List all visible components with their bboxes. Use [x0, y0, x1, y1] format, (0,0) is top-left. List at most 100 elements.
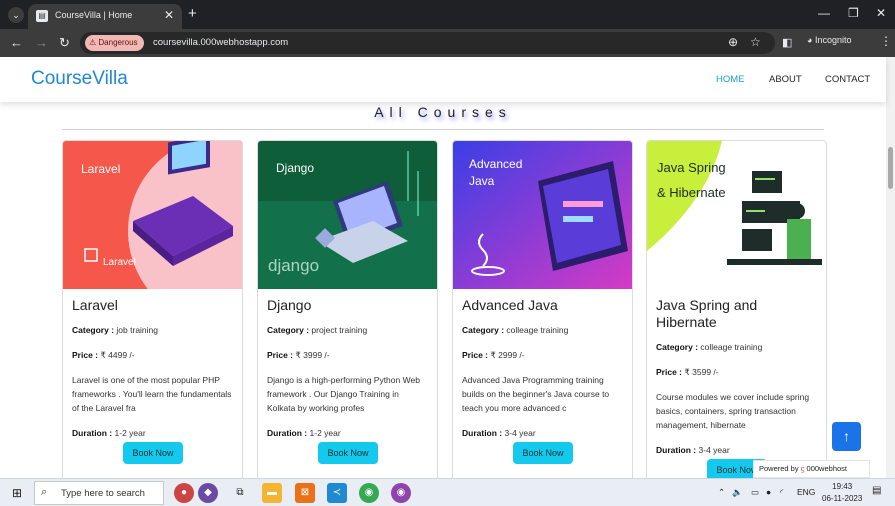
back-arrow-icon[interactable]: ← [10, 35, 23, 50]
price-value: ₹ 3599 /- [684, 367, 719, 377]
course-description: Course modules we cover include spring b… [656, 392, 810, 430]
task-view-icon[interactable]: ⧉ [230, 483, 250, 503]
course-duration: Duration : 3-4 year [656, 444, 818, 456]
powered-by-text: Powered by [759, 464, 799, 473]
course-card-laravel: Laravel Laravel Laravel Category : job t… [62, 140, 243, 478]
course-duration: Duration : 1-2 year [72, 427, 234, 439]
language-indicator[interactable]: ENG [797, 487, 815, 497]
incognito-icon: ◕ [807, 35, 815, 45]
image-caption-2: Laravel [103, 257, 136, 268]
chrome-icon[interactable]: ◉ [359, 483, 379, 503]
zoom-icon[interactable]: ⊕ [728, 35, 738, 49]
sidepanel-icon[interactable]: ◧ [782, 36, 792, 49]
book-now-button[interactable]: Book Now [318, 442, 378, 464]
mic-icon[interactable]: ● [766, 487, 771, 497]
course-image-laravel: Laravel Laravel [63, 141, 242, 289]
course-title: Advanced Java [462, 297, 558, 313]
price-label: Price : [72, 350, 98, 360]
window-close-icon[interactable]: ✕ [876, 6, 886, 20]
image-caption-2: django [268, 256, 319, 275]
category-value: colleage training [700, 342, 763, 352]
image-caption: Django [276, 161, 315, 175]
close-icon[interactable]: ✕ [164, 8, 174, 22]
course-title: Django [267, 297, 312, 313]
file-explorer-icon[interactable]: ▬ [262, 483, 282, 503]
category-value: project training [311, 325, 368, 335]
wifi-icon[interactable]: ◜ [780, 487, 783, 498]
site-navbar: CourseVilla HOME ABOUT CONTACT [0, 57, 886, 102]
restore-icon[interactable]: ❐ [848, 6, 859, 20]
site-brand[interactable]: CourseVilla [31, 68, 128, 90]
duration-label: Duration : [656, 445, 697, 455]
category-label: Category : [656, 342, 699, 352]
taskbar-search-placeholder: Type here to search [61, 488, 145, 499]
omnibox[interactable]: ⚠ Dangerous coursevilla.000webhostapp.co… [80, 32, 775, 54]
date: 06-11-2023 [822, 494, 863, 503]
xampp-icon[interactable]: ⊠ [295, 483, 315, 503]
warning-icon: ⚠ [89, 38, 99, 47]
course-title: Laravel [72, 297, 118, 313]
tray-chevron-icon[interactable]: ⌃ [718, 487, 725, 498]
scrollbar-thumb[interactable] [888, 147, 893, 189]
browser-tab[interactable]: ▤ CourseVilla | Home ✕ [28, 4, 182, 29]
clock[interactable]: 19:43 06-11-2023 [822, 481, 862, 505]
course-image-advanced-java: Advanced Java [453, 141, 632, 289]
star-icon[interactable]: ☆ [750, 35, 761, 49]
price-value: ₹ 4499 /- [100, 350, 135, 360]
course-image-django: django Django [258, 141, 437, 289]
category-value: colleage training [506, 325, 569, 335]
course-price: Price : ₹ 3999 /- [267, 349, 429, 361]
course-price: Price : ₹ 4499 /- [72, 349, 234, 361]
course-duration: Duration : 3-4 year [462, 427, 624, 439]
course-category: Category : job training [72, 324, 234, 336]
time: 19:43 [832, 482, 853, 491]
card-body: Java Spring and Hibernate Category : col… [656, 297, 818, 456]
price-value: ₹ 3999 /- [295, 350, 330, 360]
menu-icon[interactable]: ⋮ [880, 34, 892, 48]
incognito-indicator[interactable]: ◕ Incognito [807, 35, 851, 45]
course-category: Category : colleage training [656, 341, 818, 353]
reload-icon[interactable]: ↻ [59, 35, 70, 51]
course-duration: Duration : 1-2 year [267, 427, 429, 439]
vscode-icon[interactable]: ≺ [327, 483, 347, 503]
image-caption: Advanced Java [469, 157, 523, 188]
taskbar: ⊞ ⌕ Type here to search ● ◆ ⧉ ▬ ⊠ ≺ ◉ ◉ … [0, 478, 895, 506]
nav-about[interactable]: ABOUT [769, 74, 802, 85]
book-now-button[interactable]: Book Now [123, 442, 183, 464]
url-text[interactable]: coursevilla.000webhostapp.com [153, 37, 288, 48]
windows-icon[interactable]: ⊞ [12, 486, 22, 500]
search-icon: ⌕ [41, 486, 48, 498]
arrow-up-icon[interactable]: ↑ [832, 422, 861, 451]
chrome-incognito-icon[interactable]: ◉ [391, 483, 411, 503]
battery-icon[interactable]: ▭ [751, 487, 759, 498]
security-chip[interactable]: ⚠ Dangerous [85, 35, 144, 51]
course-description: Laravel is one of the most popular PHP f… [72, 375, 232, 413]
widget-icon[interactable]: ◆ [198, 483, 218, 503]
course-image-spring-hibernate: Java Spring & Hibernate [647, 141, 826, 289]
minimize-icon[interactable]: — [818, 6, 830, 20]
book-now-button[interactable]: Book Now [513, 442, 573, 464]
powered-by-badge[interactable]: Powered by ϛ 000webhost [753, 460, 870, 478]
section-divider [62, 129, 824, 130]
duration-label: Duration : [72, 428, 113, 438]
page-scrollbar[interactable] [886, 57, 895, 478]
weather-widget-icon[interactable]: ● [174, 483, 194, 503]
category-value: job training [116, 325, 159, 335]
category-label: Category : [267, 325, 310, 335]
notification-icon[interactable]: ▤ [872, 485, 881, 496]
taskbar-search[interactable]: ⌕ Type here to search [34, 481, 164, 505]
nav-contact[interactable]: CONTACT [825, 74, 870, 85]
course-price: Price : ₹ 2999 /- [462, 349, 624, 361]
course-description: Django is a high-performing Python Web f… [267, 375, 420, 413]
duration-value: 1-2 year [114, 428, 146, 438]
nav-home[interactable]: HOME [716, 74, 745, 85]
card-body: Laravel Category : job training Price : … [72, 297, 234, 439]
forward-arrow-icon[interactable]: → [35, 35, 48, 50]
course-category: Category : colleage training [462, 324, 624, 336]
tab-search-icon[interactable]: ⌄ [8, 7, 24, 23]
speaker-icon[interactable]: 🔈 [732, 487, 743, 498]
price-label: Price : [462, 350, 488, 360]
plus-icon[interactable]: + [188, 5, 197, 22]
image-caption: Java Spring & Hibernate [657, 160, 726, 200]
tab-title: CourseVilla | Home [55, 10, 133, 20]
